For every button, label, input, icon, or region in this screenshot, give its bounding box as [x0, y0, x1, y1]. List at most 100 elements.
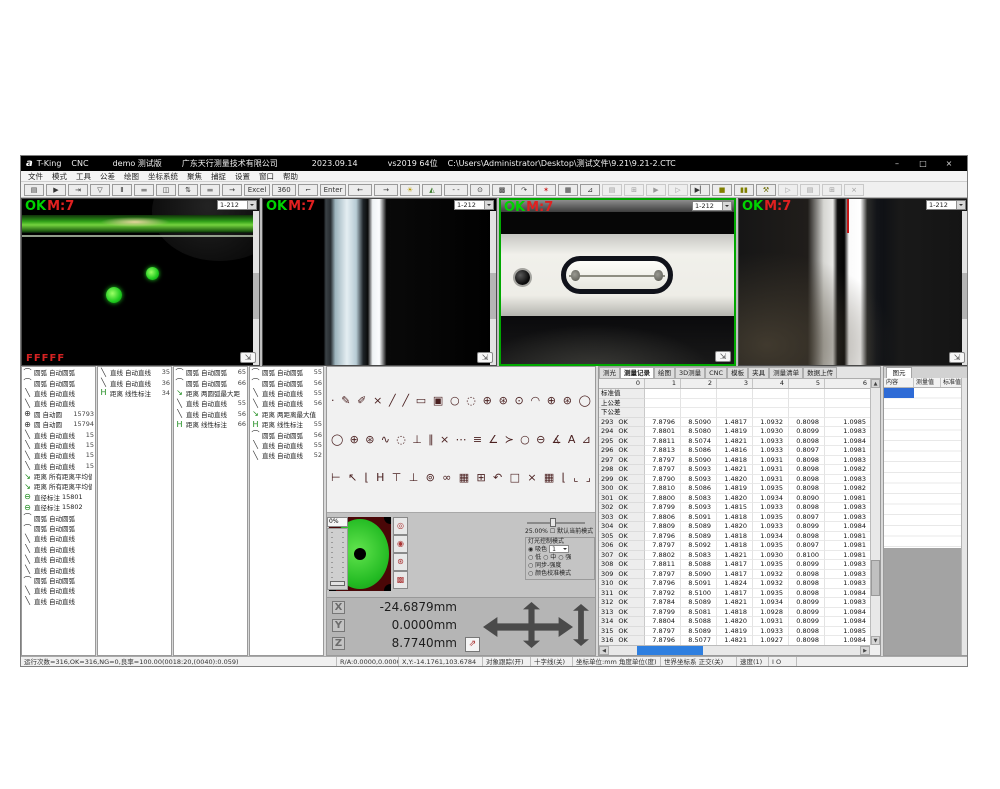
palette-tool-icon[interactable]: ⊞ [476, 472, 485, 484]
light-slider-thumb[interactable] [330, 581, 345, 586]
column-header[interactable]: 3 [717, 379, 753, 388]
save-2-button[interactable]: ▤ [602, 184, 622, 196]
goto-button[interactable]: → [222, 184, 242, 196]
palette-tool-icon[interactable]: ⌟ [586, 472, 591, 484]
column-header[interactable]: 标准值 [941, 378, 963, 387]
save-button[interactable]: ▤ [24, 184, 44, 196]
save-right-button[interactable]: ▤ [800, 184, 820, 196]
close-right-button[interactable]: × [844, 184, 864, 196]
feature-item[interactable]: ╲ 直线 自动直线 15 [22, 440, 95, 450]
measurement-row[interactable]: 295OK 7.8811 8.5074 1.4821 1.0933 0.8098… [599, 437, 870, 447]
element-tab[interactable]: 图元 [886, 367, 912, 378]
palette-tool-icon[interactable]: × [527, 472, 536, 484]
angle-button[interactable]: ⊿ [580, 184, 600, 196]
measurement-row[interactable]: 296OK 7.8813 8.5086 1.4816 1.0933 0.8097… [599, 446, 870, 456]
results-tab[interactable]: 测量记录 [620, 367, 654, 378]
results-tab[interactable]: 模板 [727, 367, 748, 378]
sync-strength-option[interactable]: 同步-强度 [535, 562, 561, 569]
pick-color-option[interactable]: 吸色 [535, 546, 547, 553]
feature-item[interactable]: ⊖ 直径标注 15802 [22, 502, 95, 512]
measurement-row[interactable]: 312OK 7.8784 8.5089 1.4821 1.0934 0.8099… [599, 598, 870, 608]
camera-view-4[interactable]: OKM:7 1-212 ⇲ [738, 198, 968, 366]
results-tab[interactable]: 3D测量 [675, 367, 705, 378]
probe-down-button[interactable]: ◫ [156, 184, 176, 196]
measurement-row[interactable]: 313OK 7.8799 8.5081 1.4818 1.0928 0.8099… [599, 608, 870, 618]
camera2-resize-handle[interactable]: ⇲ [477, 352, 493, 363]
copy-button[interactable]: ⊞ [624, 184, 644, 196]
palette-tool-icon[interactable]: ↶ [493, 472, 502, 484]
palette-tool-icon[interactable]: ○ [450, 395, 460, 407]
palette-tool-icon[interactable]: ▦ [459, 472, 469, 484]
measurement-row[interactable]: 310OK 7.8796 8.5091 1.4824 1.0932 0.8098… [599, 579, 870, 589]
feature-item[interactable]: ↘ 距离 两圆弧最大距 [174, 388, 247, 398]
selected-cell[interactable] [884, 388, 914, 398]
palette-tool-icon[interactable]: □ [510, 472, 520, 484]
radio-icon[interactable]: ○ [528, 562, 533, 569]
radio-icon[interactable]: ○ [528, 570, 533, 577]
palette-tool-icon[interactable]: ⊿ [582, 434, 591, 446]
feature-item[interactable]: ╲ 直线 自动直线 15 [22, 461, 95, 471]
menu-item[interactable]: 公差 [100, 171, 115, 182]
palette-tool-icon[interactable]: ◌ [466, 395, 476, 407]
tolerance-row[interactable]: 标准值 [599, 389, 870, 399]
light-coax-button[interactable]: ◉ [393, 535, 408, 553]
column-header[interactable]: 6 [825, 379, 870, 388]
menu-item[interactable]: 聚焦 [187, 171, 202, 182]
feature-item[interactable]: ╲ 直线 自动直线 36 [98, 377, 171, 387]
palette-tool-icon[interactable]: × [440, 434, 449, 446]
palette-tool-icon[interactable]: ╱ [389, 395, 396, 407]
feature-item[interactable]: ╲ 直线 自动直线 [22, 544, 95, 554]
palette-tool-icon[interactable]: ▦ [544, 472, 554, 484]
radio-icon[interactable]: ○ [528, 554, 533, 561]
print-right-button[interactable]: ⊞ [822, 184, 842, 196]
measurement-row[interactable]: 307OK 7.8802 8.5083 1.4821 1.0930 0.8100… [599, 551, 870, 561]
camera1-resize-handle[interactable]: ⇲ [240, 352, 256, 363]
palette-tool-icon[interactable]: ∞ [442, 472, 451, 484]
feature-item[interactable]: ╲ 直线 自动直线 [22, 533, 95, 543]
camera4-range-dropdown[interactable]: 1-212 [926, 200, 966, 210]
palette-tool-icon[interactable]: ⊖ [536, 434, 545, 446]
camera2-scrollbar[interactable] [490, 211, 496, 365]
feature-item[interactable]: H 距离 线性标注 55 [250, 419, 323, 429]
feature-item[interactable]: ╲ 直线 自动直线 56 [250, 398, 323, 408]
feature-item[interactable]: ╲ 直线 自动直线 [22, 388, 95, 398]
feature-item[interactable]: ↘ 距离 所有距离平均值 [22, 471, 95, 481]
pause-button[interactable]: ▮▮ [734, 184, 754, 196]
scroll-up-icon[interactable]: ▲ [871, 379, 880, 388]
jog-z-arrows[interactable] [573, 604, 589, 646]
palette-tool-icon[interactable]: ✎ [341, 395, 350, 407]
feature-item[interactable]: ⌒ 圆弧 自动圆弧 [22, 523, 95, 533]
light-level-select[interactable]: 1 [549, 545, 569, 553]
measurement-row[interactable]: 302OK 7.8799 8.5093 1.4815 1.0933 0.8098… [599, 503, 870, 513]
column-header[interactable]: 4 [753, 379, 789, 388]
feature-item[interactable]: H 距离 线性标注 66 [174, 419, 247, 429]
results-vertical-scrollbar[interactable]: ▲ ▼ [870, 379, 880, 645]
feature-item[interactable]: ╲ 直线 自动直线 15 [22, 450, 95, 460]
feature-item[interactable]: ╲ 直线 自动直线 [22, 398, 95, 408]
magnifier-button[interactable]: ⊙ [470, 184, 490, 196]
feature-item[interactable]: ╲ 直线 自动直线 55 [250, 388, 323, 398]
diagonal-move-button[interactable]: ⇗ [465, 637, 480, 652]
feature-item[interactable]: ⌒ 圆弧 自动圆弧 [22, 377, 95, 387]
measurement-row[interactable]: 314OK 7.8804 8.5088 1.4820 1.0931 0.8099… [599, 617, 870, 627]
palette-tool-icon[interactable]: ⊕ [483, 395, 492, 407]
run-button[interactable]: ▶▏ [690, 184, 710, 196]
camera3-resize-handle[interactable]: ⇲ [715, 351, 731, 362]
camera-view-1[interactable]: FFFFF OKM:7 1-212 ⇲ [21, 198, 260, 366]
tolerance-row[interactable]: 下公差 [599, 408, 870, 418]
camera1-scrollbar[interactable] [253, 211, 259, 365]
measurement-row[interactable]: 316OK 7.8796 8.5077 1.4821 1.0927 0.8098… [599, 636, 870, 645]
measurement-row[interactable]: 303OK 7.8806 8.5091 1.4818 1.0935 0.8097… [599, 513, 870, 523]
measurement-row[interactable]: 308OK 7.8811 8.5088 1.4817 1.0935 0.8099… [599, 560, 870, 570]
play-right-button[interactable]: ▷ [778, 184, 798, 196]
radio-icon[interactable]: ○ [558, 554, 563, 561]
element-scrollbar[interactable] [961, 378, 968, 655]
results-horizontal-scrollbar[interactable]: ◀ ▶ [599, 645, 870, 655]
scroll-left-icon[interactable]: ◀ [599, 646, 609, 655]
palette-tool-icon[interactable]: ≻ [505, 434, 514, 446]
feature-item[interactable]: ⌒ 圆弧 自动圆弧 56 [250, 377, 323, 387]
palette-tool-icon[interactable]: ⊤ [392, 472, 402, 484]
menu-item[interactable]: 工具 [76, 171, 91, 182]
level-high-option[interactable]: 强 [565, 554, 571, 561]
feature-item[interactable]: ⌒ 圆弧 自动圆弧 56 [250, 429, 323, 439]
